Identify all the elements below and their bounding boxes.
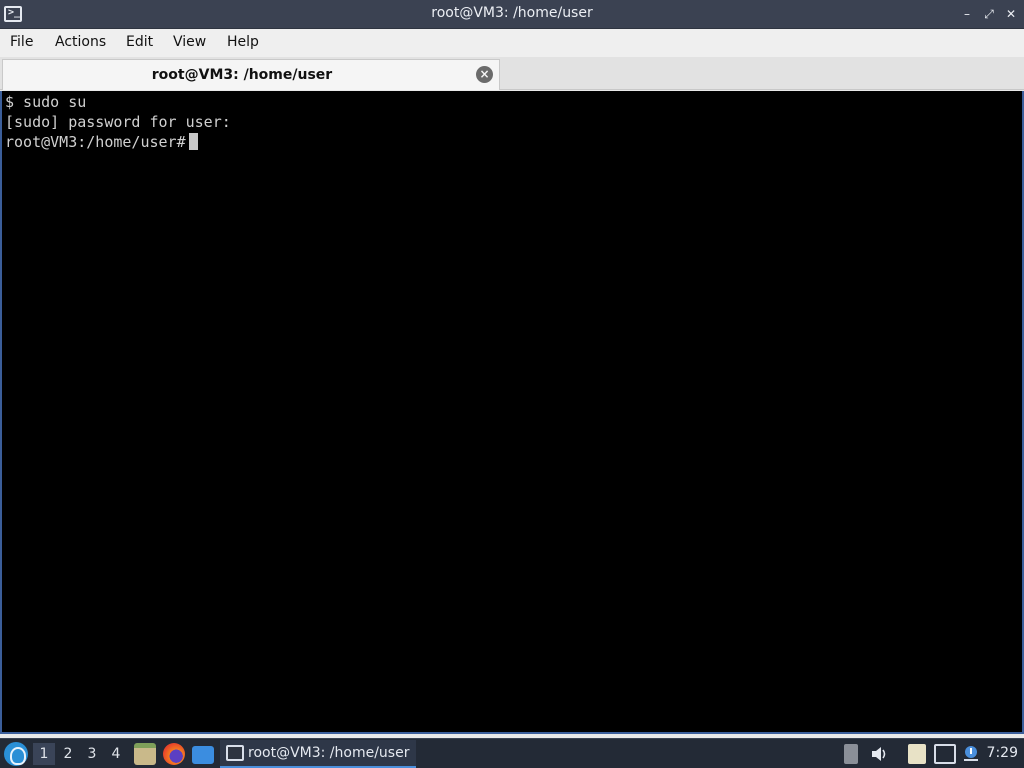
terminal-prompt: root@VM3:/home/user#	[5, 133, 186, 151]
network-icon[interactable]	[934, 744, 956, 764]
workspace-3[interactable]: 3	[81, 743, 103, 765]
terminal-prompt-line: root@VM3:/home/user#	[5, 132, 198, 152]
terminal-window: >_ root@VM3: /home/user – ⤢ ✕ File Actio…	[0, 0, 1024, 738]
taskbar-terminal-button[interactable]: root@VM3: /home/user	[220, 740, 416, 768]
tab-terminal[interactable]: root@VM3: /home/user ×	[2, 59, 500, 90]
menu-edit[interactable]: Edit	[126, 34, 153, 50]
tab-label: root@VM3: /home/user	[151, 67, 333, 83]
terminal-line: $ sudo su	[5, 93, 87, 111]
menu-bar: File Actions Edit View Help	[0, 29, 1024, 57]
taskbar-terminal-label: root@VM3: /home/user	[248, 745, 410, 761]
workspace-4[interactable]: 4	[105, 743, 127, 765]
tab-close-icon[interactable]: ×	[476, 66, 493, 83]
menu-actions[interactable]: Actions	[55, 34, 106, 50]
terminal-output[interactable]: $ sudo su [sudo] password for user: root…	[0, 91, 1024, 734]
close-button[interactable]: ✕	[1002, 5, 1020, 23]
menu-view[interactable]: View	[173, 34, 206, 50]
tab-bar: root@VM3: /home/user ×	[0, 57, 1024, 90]
menu-file[interactable]: File	[10, 34, 33, 50]
window-title: root@VM3: /home/user	[431, 5, 593, 21]
clipboard-icon[interactable]	[908, 744, 926, 764]
notification-icon[interactable]	[961, 744, 981, 764]
volume-icon[interactable]	[870, 744, 890, 764]
workspace-2[interactable]: 2	[57, 743, 79, 765]
workspace-1[interactable]: 1	[33, 743, 55, 765]
taskbar: 1 2 3 4 root@VM3: /home/user 7:29	[0, 738, 1024, 768]
maximize-button[interactable]: ⤢	[980, 5, 998, 23]
tray-updown-icon[interactable]	[844, 744, 858, 764]
title-bar[interactable]: >_ root@VM3: /home/user – ⤢ ✕	[0, 0, 1024, 29]
clock[interactable]: 7:29	[987, 745, 1018, 761]
firefox-icon[interactable]	[163, 743, 185, 765]
show-desktop-icon[interactable]	[192, 746, 214, 764]
file-manager-icon[interactable]	[134, 743, 156, 765]
terminal-line: [sudo] password for user:	[5, 113, 231, 131]
minimize-button[interactable]: –	[958, 5, 976, 23]
text-cursor	[188, 133, 198, 150]
start-menu-button[interactable]	[4, 742, 28, 766]
terminal-icon	[226, 745, 244, 761]
menu-help[interactable]: Help	[227, 34, 259, 50]
